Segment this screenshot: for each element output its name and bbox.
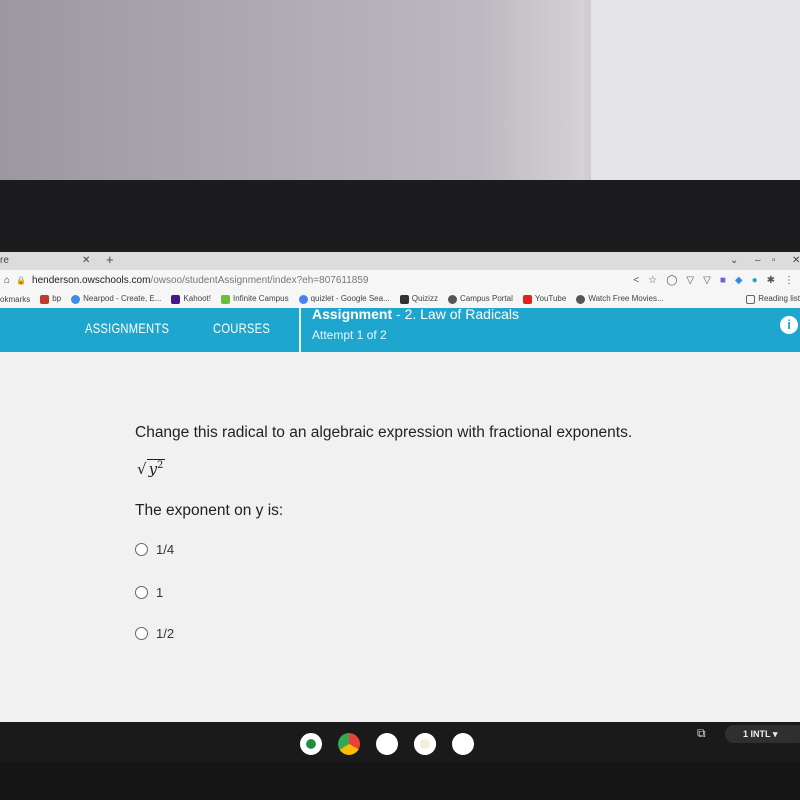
- share-icon[interactable]: <: [633, 275, 639, 286]
- bookmark-item[interactable]: YouTube: [522, 294, 566, 304]
- nav-courses[interactable]: COURSES: [213, 320, 270, 336]
- bookmark-item[interactable]: Watch Free Movies...: [576, 294, 664, 304]
- system-tray[interactable]: 1 INTL ▾: [725, 725, 800, 743]
- assignment-title: Assignment - 2. Law of Radicals: [312, 306, 519, 322]
- wifi-icon: ▾: [772, 729, 778, 739]
- bookmark-item[interactable]: okmarks: [0, 295, 30, 304]
- extension-icon[interactable]: ◆: [735, 275, 743, 286]
- os-shelf: [0, 722, 800, 762]
- close-tab-icon[interactable]: ✕: [82, 255, 90, 266]
- menu-icon[interactable]: ⋮: [784, 275, 794, 286]
- new-tab-icon[interactable]: +: [106, 252, 114, 267]
- bookmark-item[interactable]: Nearpod - Create, E...: [71, 294, 161, 304]
- attempt-label: Attempt 1 of 2: [312, 328, 387, 342]
- drive-app-icon[interactable]: [376, 733, 398, 755]
- question-text: Change this radical to an algebraic expr…: [135, 424, 633, 441]
- answer-option[interactable]: 1/4: [135, 542, 174, 557]
- minimize-icon[interactable]: –: [755, 255, 761, 266]
- info-icon[interactable]: i: [780, 316, 798, 334]
- bookmark-item[interactable]: Quizizz: [399, 294, 438, 304]
- monitor-bezel: [0, 180, 800, 252]
- extension-icon[interactable]: ■: [720, 275, 726, 286]
- chevron-down-icon[interactable]: ⌄: [730, 255, 738, 266]
- site-nav: ASSIGNMENTS COURSES Assignment - 2. Law …: [0, 306, 800, 352]
- url-path[interactable]: /owsoo/studentAssignment/index?eh=807611…: [150, 275, 368, 286]
- play-store-app-icon[interactable]: [452, 733, 474, 755]
- radical-expression: √ y2: [137, 459, 166, 478]
- screen-capture-icon[interactable]: ⧉: [697, 726, 706, 741]
- star-icon[interactable]: ☆: [648, 275, 657, 286]
- browser-window: re ✕ + ⌄ – ▫ ✕ ⌂ 🔒 henderson.owschools.c…: [0, 252, 800, 722]
- tab-title[interactable]: re: [0, 255, 9, 266]
- nav-assignments[interactable]: ASSIGNMENTS: [85, 320, 169, 336]
- radio-button[interactable]: [135, 586, 148, 599]
- reading-list[interactable]: Reading list: [746, 294, 800, 304]
- question-prompt: The exponent on y is:: [135, 502, 284, 519]
- radio-button[interactable]: [135, 543, 148, 556]
- extensions-toolbar: < ☆ ◯ ▽ ▽ ■ ◆ ● ✱ ⋮: [633, 275, 800, 286]
- bookmark-item[interactable]: Campus Portal: [447, 294, 513, 304]
- extension-icon[interactable]: ●: [752, 275, 758, 286]
- radio-button[interactable]: [135, 627, 148, 640]
- lock-icon: 🔒: [16, 275, 27, 285]
- ime-indicator: INTL: [750, 729, 771, 739]
- classroom-app-icon[interactable]: [300, 733, 322, 755]
- nav-divider: [299, 308, 301, 352]
- bookmark-item[interactable]: quizlet - Google Sea...: [298, 294, 390, 304]
- shield-icon[interactable]: ▽: [686, 275, 694, 286]
- url-host[interactable]: henderson.owschools.com: [32, 275, 150, 286]
- bookmark-item[interactable]: bp: [40, 294, 61, 304]
- home-icon[interactable]: ⌂: [4, 275, 10, 286]
- address-bar[interactable]: ⌂ 🔒 henderson.owschools.com/owsoo/studen…: [0, 270, 800, 290]
- answer-option[interactable]: 1: [135, 585, 163, 600]
- bookmark-item[interactable]: Infinite Campus: [220, 294, 289, 304]
- notification-count: 1: [743, 729, 749, 739]
- restore-icon[interactable]: ▫: [772, 255, 776, 266]
- background-door: [585, 0, 800, 188]
- shield-icon[interactable]: ▽: [703, 275, 711, 286]
- extension-icon[interactable]: ◯: [666, 275, 677, 286]
- close-window-icon[interactable]: ✕: [792, 255, 800, 266]
- answer-option[interactable]: 1/2: [135, 626, 174, 641]
- classroom-app-icon[interactable]: [414, 733, 436, 755]
- chrome-app-icon[interactable]: [338, 733, 360, 755]
- puzzle-icon[interactable]: ✱: [767, 275, 775, 286]
- tab-bar: re ✕ + ⌄ – ▫ ✕: [0, 252, 800, 270]
- bookmark-item[interactable]: Kahoot!: [171, 294, 211, 304]
